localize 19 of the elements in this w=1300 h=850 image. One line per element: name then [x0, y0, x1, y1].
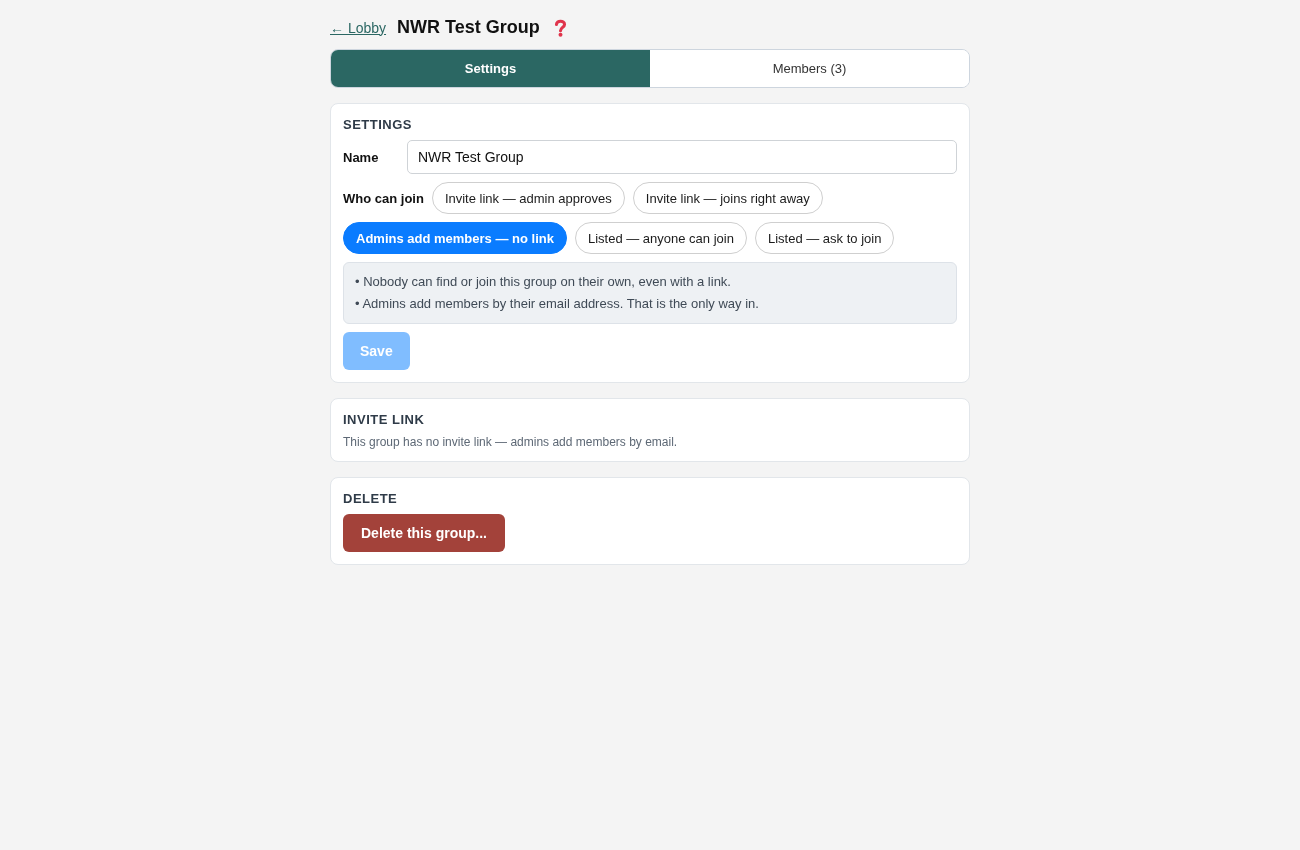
info-text: This group has no invite link — admins add members by email.: [343, 435, 679, 449]
field-label: Who can join: [343, 190, 424, 206]
back-link[interactable]: ← Lobby: [330, 19, 387, 36]
section-heading: SETTINGS: [343, 117, 413, 132]
question-mark-icon[interactable]: [553, 18, 567, 37]
option-pill[interactable]: Listed — anyone can join: [574, 222, 747, 254]
option-pill[interactable]: Invite link — admin approves: [431, 182, 625, 214]
name-input[interactable]: NWR Test Group: [407, 140, 957, 174]
page-title: NWR Test Group: [397, 17, 540, 38]
option-pill[interactable]: Admins add members — no link: [343, 222, 567, 254]
info-text: • Nobody can find or join this group on their own, even with a link.: [355, 273, 732, 291]
option-pill[interactable]: Invite link — joins right away: [632, 182, 823, 214]
info-text: • Admins add members by their email address. That is the only way in.: [355, 295, 760, 313]
section-heading: DELETE: [343, 491, 399, 506]
delete-button[interactable]: Delete this group...: [343, 514, 505, 552]
section-heading: INVITE LINK: [343, 412, 426, 427]
option-pill[interactable]: Listed — ask to join: [754, 222, 895, 254]
field-label: Name: [343, 149, 380, 165]
tab[interactable]: Settings: [331, 50, 650, 87]
